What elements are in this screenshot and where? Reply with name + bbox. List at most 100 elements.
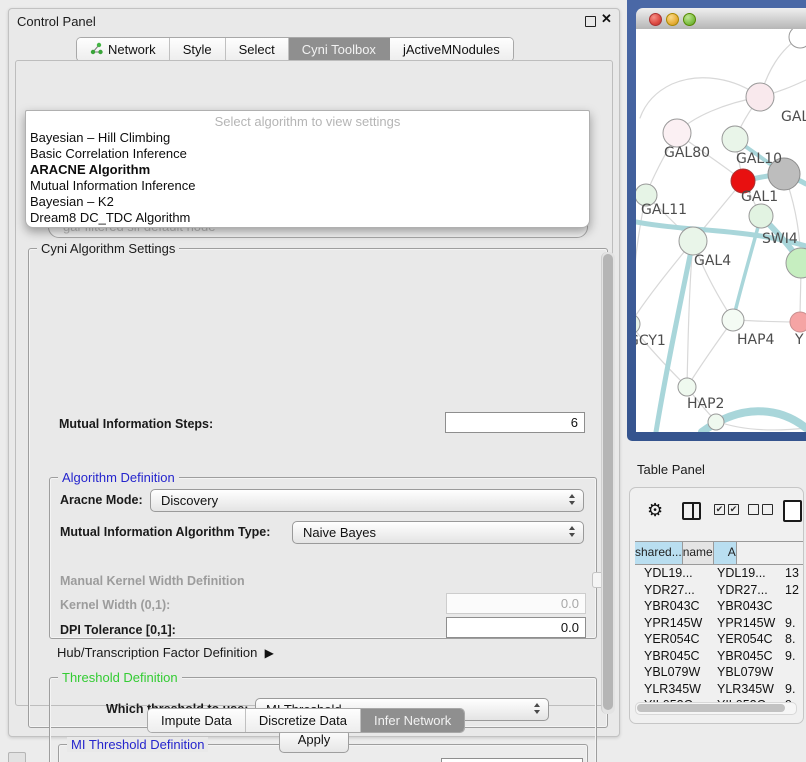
node-label-hap4: HAP4 (737, 332, 775, 348)
node-label-gal10: GAL10 (736, 151, 782, 167)
table-cell: 9. (781, 615, 803, 632)
minimize-window-icon[interactable] (666, 13, 679, 26)
network-node[interactable] (679, 227, 707, 255)
table-cell: YDL19... (635, 565, 708, 582)
minimized-panel-icon[interactable] (8, 752, 26, 762)
control-panel-window: Control Panel ✕ NetworkStyleSelectCyni T… (8, 8, 620, 737)
network-node[interactable] (722, 309, 744, 331)
algorithm-option-dream8-dc-tdc-algorithm[interactable]: Dream8 DC_TDC Algorithm (30, 210, 585, 226)
threshold-definition-title: Threshold Definition (58, 670, 182, 685)
scrollbar-thumb[interactable] (637, 704, 785, 712)
node-label-gal11: GAL11 (641, 202, 687, 218)
tab-cyni-toolbox[interactable]: Cyni Toolbox (289, 38, 390, 61)
zoom-window-icon[interactable] (683, 13, 696, 26)
table-cell: YBL079W (708, 664, 781, 681)
table-cell: YBL079W (635, 664, 708, 681)
kernel-width-field[interactable]: 0.0 (446, 593, 586, 614)
tab-select[interactable]: Select (226, 38, 289, 61)
algorithm-definition-title: Algorithm Definition (58, 470, 179, 485)
network-node[interactable] (678, 378, 696, 396)
tab-impute-data[interactable]: Impute Data (148, 709, 246, 732)
network-canvas-svg: GALGAL80GAL10GAL1SWI4GAL11GAL4GCY1HAP4YH… (636, 29, 806, 432)
table-row[interactable]: YDR27...YDR27...12 (635, 582, 803, 599)
node-table: shared...nameA YDL19...YDL19...13YDR27..… (635, 541, 803, 723)
cyni-toolbox-pane: gal-filtered sif default node Select alg… (15, 60, 613, 706)
network-node[interactable] (746, 83, 774, 111)
network-node[interactable] (749, 204, 773, 228)
algorithm-option-aracne-algorithm[interactable]: ARACNE Algorithm (30, 162, 585, 178)
mi-steps-field[interactable]: 6 (445, 412, 585, 433)
table-row[interactable]: YLR345WYLR345W9. (635, 681, 803, 698)
tab-label: Style (183, 42, 212, 57)
network-node[interactable] (722, 126, 748, 152)
node-label-hap2: HAP2 (687, 396, 724, 412)
table-cell: YBR045C (635, 648, 708, 665)
network-edge[interactable] (687, 320, 733, 387)
table-row[interactable]: YBR043CYBR043C (635, 598, 803, 615)
mi-threshold-field[interactable]: 0.5 (441, 758, 583, 762)
unchecked-box-icon[interactable] (748, 504, 759, 515)
gear-icon[interactable]: ⚙ (647, 500, 663, 520)
table-row[interactable]: YBL079WYBL079W (635, 664, 803, 681)
close-window-icon[interactable] (649, 13, 662, 26)
network-window-frame: GALGAL80GAL10GAL1SWI4GAL11GAL4GCY1HAP4YH… (627, 0, 806, 441)
mi-algorithm-type-combobox[interactable]: Naive Bayes (292, 521, 584, 544)
tab-infer-network[interactable]: Infer Network (361, 709, 464, 732)
table-cell: YER054C (708, 631, 781, 648)
algorithm-option-basic-correlation-inference[interactable]: Basic Correlation Inference (30, 146, 585, 162)
table-toolbar: ⚙ ✔ ✔ (630, 500, 803, 524)
aracne-mode-combobox[interactable]: Discovery (150, 489, 584, 512)
settings-vertical-scrollbar[interactable] (601, 252, 615, 714)
combo-arrows-icon (569, 526, 575, 537)
table-row[interactable]: YDL19...YDL19...13 (635, 565, 803, 582)
table-body: YDL19...YDL19...13YDR27...YDR27...12YBR0… (635, 565, 803, 714)
network-node[interactable] (708, 414, 724, 430)
algorithm-option-mutual-information-inference[interactable]: Mutual Information Inference (30, 178, 585, 194)
table-horizontal-scrollbar[interactable] (635, 702, 797, 715)
mi-algorithm-type-label: Mutual Information Algorithm Type: (60, 525, 270, 539)
network-node[interactable] (786, 248, 806, 278)
algorithm-option-bayesian-k2[interactable]: Bayesian – K2 (30, 194, 585, 210)
disclosure-right-icon: ▶ (265, 646, 274, 660)
tab-network[interactable]: Network (77, 38, 170, 61)
network-node[interactable] (789, 29, 806, 48)
table-cell: YPR145W (635, 615, 708, 632)
node-label-gcy1: GCY1 (636, 333, 666, 349)
tab-style[interactable]: Style (170, 38, 226, 61)
node-label-gal80: GAL80 (664, 145, 710, 161)
tab-jactivemnodules[interactable]: jActiveMNodules (390, 38, 513, 61)
column-header-name[interactable]: name (683, 542, 714, 564)
network-window-titlebar[interactable] (636, 8, 806, 30)
table-row[interactable]: YBR045CYBR045C9. (635, 648, 803, 665)
table-row[interactable]: YPR145WYPR145W9. (635, 615, 803, 632)
table-cell: 12 (781, 582, 803, 599)
column-header-shared-[interactable]: shared... (635, 542, 683, 564)
network-canvas[interactable]: GALGAL80GAL10GAL1SWI4GAL11GAL4GCY1HAP4YH… (636, 29, 806, 432)
column-header-a[interactable]: A (714, 542, 737, 564)
combo-arrows-icon (569, 494, 575, 505)
tab-label: Select (239, 42, 275, 57)
network-node[interactable] (663, 119, 691, 147)
network-node[interactable] (790, 312, 806, 332)
scrollbar-thumb[interactable] (603, 254, 613, 710)
table-row[interactable]: YER054CYER054C8. (635, 631, 803, 648)
checked-box-icon[interactable]: ✔ (714, 504, 725, 515)
table-cell: YDR27... (708, 582, 781, 599)
unchecked-box-icon[interactable] (762, 504, 773, 515)
tab-discretize-data[interactable]: Discretize Data (246, 709, 361, 732)
algorithm-option-bayesian-hill-climbing[interactable]: Bayesian – Hill Climbing (30, 130, 585, 146)
table-cell (781, 598, 803, 615)
dpi-tolerance-field[interactable]: 0.0 (446, 617, 586, 638)
hub-transcription-section-toggle[interactable]: Hub/Transcription Factor Definition ▶ (57, 645, 274, 660)
close-panel-icon[interactable]: ✕ (601, 11, 612, 27)
network-node[interactable] (636, 314, 640, 334)
node-label-gal1: GAL1 (741, 189, 778, 205)
tab-label: Impute Data (161, 713, 232, 728)
tab-label: jActiveMNodules (403, 42, 500, 57)
float-panel-icon[interactable] (585, 16, 596, 27)
columns-icon[interactable] (682, 502, 701, 520)
document-icon[interactable] (783, 500, 802, 522)
checked-box-icon[interactable]: ✔ (728, 504, 739, 515)
table-cell: 8. (781, 631, 803, 648)
network-edge[interactable] (640, 78, 760, 118)
